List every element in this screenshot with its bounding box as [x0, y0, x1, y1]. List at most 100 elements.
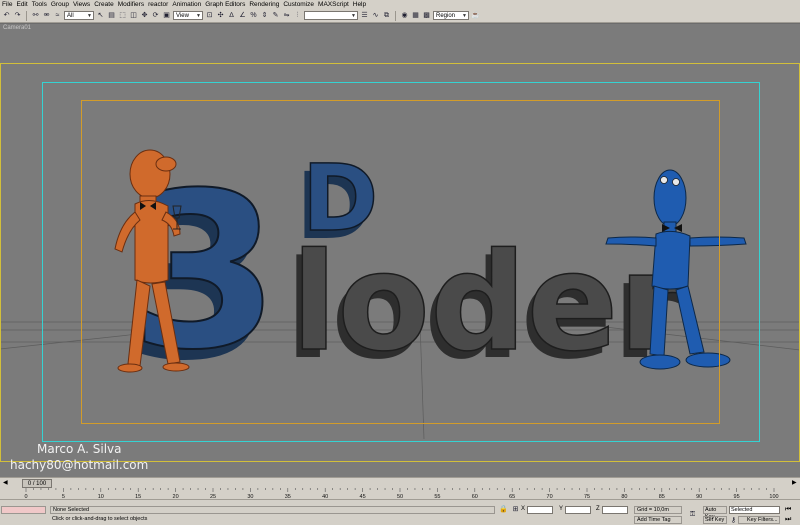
- time-slider-next-icon[interactable]: ▶: [792, 479, 797, 486]
- key-icon[interactable]: ⚿: [688, 510, 697, 519]
- menu-rendering[interactable]: Rendering: [249, 0, 283, 9]
- undo-icon[interactable]: ↶: [2, 11, 11, 20]
- align-icon[interactable]: ⫶: [293, 11, 302, 20]
- key-filters-button[interactable]: Key Filters...: [738, 516, 780, 524]
- camera-viewport[interactable]: Camera01 3 3 D D loder loder Marco A. Si…: [0, 23, 800, 477]
- layer-manager-icon[interactable]: ☰: [360, 11, 369, 20]
- maxscript-listener-mini[interactable]: [1, 506, 46, 514]
- track-bar-ruler: 0 5 10 15 20 25 30 35 40 45 50 55 60 65 70 75 80 85 90 95 10…: [24, 488, 779, 500]
- go-to-end-icon[interactable]: ⏭: [785, 516, 791, 524]
- time-slider-prev-icon[interactable]: ◀: [3, 479, 8, 486]
- track-tick-label: 35: [285, 494, 291, 500]
- auto-key-button[interactable]: Auto Key: [703, 506, 727, 520]
- absolute-mode-icon[interactable]: ⊞: [511, 505, 520, 514]
- material-editor-icon[interactable]: ◉: [400, 11, 409, 20]
- menu-customize[interactable]: Customize: [283, 0, 318, 9]
- track-tick-label: 30: [247, 494, 253, 500]
- chevron-down-icon: ▼: [196, 12, 201, 19]
- redo-icon[interactable]: ↷: [13, 11, 22, 20]
- lock-selection-icon[interactable]: 🔒: [499, 505, 508, 514]
- select-and-rotate-icon[interactable]: ⟳: [151, 11, 160, 20]
- key-mode-dropdown[interactable]: Selected: [729, 506, 780, 514]
- spinner-snap-icon[interactable]: ⇕: [260, 11, 269, 20]
- named-selection-sets-dropdown[interactable]: ▼: [304, 11, 358, 20]
- menu-graph-editors[interactable]: Graph Editors: [205, 0, 249, 9]
- credit-author-email: hachy80@hotmail.com: [10, 458, 149, 472]
- menu-animation[interactable]: Animation: [172, 0, 205, 9]
- track-tick-label: 5: [62, 494, 65, 500]
- selection-filter-dropdown[interactable]: All ▼: [64, 11, 94, 20]
- z-label: Z: [596, 506, 600, 512]
- curve-editor-icon[interactable]: ∿: [371, 11, 380, 20]
- render-last-icon[interactable]: ☕: [471, 11, 480, 20]
- menu-modifiers[interactable]: Modifiers: [118, 0, 148, 9]
- track-tick-label: 15: [135, 494, 141, 500]
- quick-render-icon[interactable]: ▩: [422, 11, 431, 20]
- y-coordinate-field[interactable]: [565, 506, 591, 514]
- time-slider-handle[interactable]: 0 / 100: [22, 479, 52, 488]
- percent-snap-icon[interactable]: %: [249, 11, 258, 20]
- menu-views[interactable]: Views: [73, 0, 94, 9]
- y-label: Y: [559, 506, 564, 512]
- set-key-icon[interactable]: ⚷: [729, 516, 738, 525]
- track-tick-label: 40: [322, 494, 328, 500]
- select-object-icon[interactable]: ↖: [96, 11, 105, 20]
- go-to-start-icon[interactable]: ⏮: [785, 506, 791, 514]
- schematic-view-icon[interactable]: ⧉: [382, 11, 391, 20]
- add-time-tag-button[interactable]: Add Time Tag: [634, 516, 682, 524]
- angle-snap-icon[interactable]: ∠: [238, 11, 247, 20]
- select-and-scale-icon[interactable]: ▣: [162, 11, 171, 20]
- render-region-dropdown[interactable]: Region ▼: [433, 11, 469, 20]
- selection-status: None Selected: [50, 506, 495, 514]
- menu-edit[interactable]: Edit: [16, 0, 31, 9]
- menu-create[interactable]: Create: [94, 0, 118, 9]
- edit-named-selections-icon[interactable]: ✎: [271, 11, 280, 20]
- credit-author-name: Marco A. Silva: [37, 442, 122, 456]
- track-tick-label: 20: [173, 494, 179, 500]
- safe-frame-title: [81, 100, 720, 424]
- window-crossing-icon[interactable]: ◫: [129, 11, 138, 20]
- toolbar-separator: [26, 10, 27, 21]
- track-tick-label: 50: [397, 494, 403, 500]
- x-coordinate-field[interactable]: [527, 506, 553, 514]
- toolbar-separator: [395, 10, 396, 21]
- menu-file[interactable]: File: [2, 0, 16, 9]
- menu-reactor[interactable]: reactor: [148, 0, 172, 9]
- select-and-manipulate-icon[interactable]: ✣: [216, 11, 225, 20]
- chevron-down-icon: ▼: [462, 12, 467, 19]
- track-bar[interactable]: 0 5 10 15 20 25 30 35 40 45 50 55 60 65 70 75 80 85 90 95 10…: [0, 488, 800, 500]
- mirror-icon[interactable]: ⇋: [282, 11, 291, 20]
- time-slider[interactable]: ◀ 0 / 100 ▶: [0, 477, 800, 488]
- track-tick-label: 45: [360, 494, 366, 500]
- menu-maxscript[interactable]: MAXScript: [318, 0, 353, 9]
- z-coordinate-field[interactable]: [602, 506, 628, 514]
- select-and-link-icon[interactable]: ⚯: [31, 11, 40, 20]
- prompt-line: Click or click-and-drag to select object…: [52, 516, 148, 522]
- track-tick-label: 90: [696, 494, 702, 500]
- track-tick-label: 55: [434, 494, 440, 500]
- track-tick-label: 10: [98, 494, 104, 500]
- track-tick-label: 85: [659, 494, 665, 500]
- rectangular-selection-icon[interactable]: ⬚: [118, 11, 127, 20]
- select-by-name-icon[interactable]: ▤: [107, 11, 116, 20]
- track-tick-label: 60: [472, 494, 478, 500]
- select-and-move-icon[interactable]: ✥: [140, 11, 149, 20]
- chevron-down-icon: ▼: [87, 12, 92, 19]
- bind-space-warp-icon[interactable]: ≈: [53, 11, 62, 20]
- unlink-icon[interactable]: ⚮: [42, 11, 51, 20]
- reference-coordinate-dropdown[interactable]: View ▼: [173, 11, 203, 20]
- track-tick-label: 80: [621, 494, 627, 500]
- reference-coordinate-value: View: [176, 12, 189, 19]
- menu-group[interactable]: Group: [51, 0, 73, 9]
- set-key-button[interactable]: Set Key: [703, 516, 727, 524]
- menu-help[interactable]: Help: [353, 0, 370, 9]
- menu-tools[interactable]: Tools: [32, 0, 51, 9]
- render-scene-icon[interactable]: ▦: [411, 11, 420, 20]
- x-label: X: [521, 506, 526, 512]
- grid-size: Grid = 10,0m: [634, 506, 682, 514]
- chevron-down-icon: ▼: [351, 12, 356, 19]
- track-tick-label: 25: [210, 494, 216, 500]
- snap-toggle-icon[interactable]: ∆: [227, 11, 236, 20]
- track-tick-label: 75: [584, 494, 590, 500]
- pivot-center-icon[interactable]: ⊡: [205, 11, 214, 20]
